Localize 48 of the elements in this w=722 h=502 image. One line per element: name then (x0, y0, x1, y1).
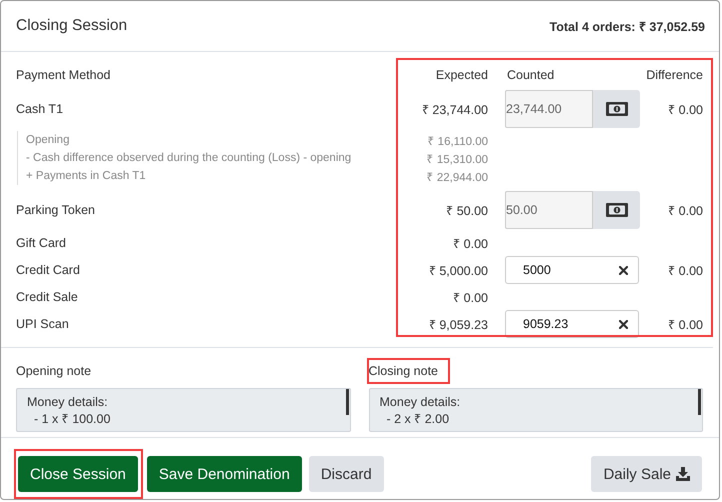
expected-amount: ₹ 23,744.00 (420, 102, 488, 118)
expected-amount: ₹ 0.00 (452, 290, 488, 306)
clear-icon[interactable] (619, 320, 628, 328)
detail-label: Opening (25, 134, 70, 146)
scrollbar-thumb[interactable] (698, 389, 701, 415)
clear-icon[interactable] (619, 266, 628, 274)
detail-amount: ₹ 16,110.00 (426, 134, 488, 148)
difference-amount: ₹ 0.00 (667, 102, 703, 118)
payment-method: Cash T1 (16, 102, 64, 116)
expected-amount: ₹ 5,000.00 (428, 262, 488, 278)
column-header: Difference (645, 68, 703, 82)
payment-method: Credit Card (16, 263, 81, 277)
payment-method: Credit Sale (16, 290, 79, 304)
banknote-icon (606, 102, 628, 116)
counted-field[interactable]: 5000 (505, 256, 639, 284)
orders-total: Total 4 orders: ₹ 37,052.59 (550, 18, 705, 34)
column-header: Payment Method (16, 68, 112, 82)
expected-amount: ₹ 50.00 (445, 202, 488, 218)
difference-amount: ₹ 0.00 (667, 202, 703, 218)
column-header: Expected (434, 68, 488, 82)
detail-amount: ₹ 22,944.00 (426, 170, 488, 184)
payment-method: UPI Scan (16, 317, 70, 331)
payment-method: Gift Card (16, 236, 68, 250)
dialog-title: Closing Session (16, 17, 128, 35)
expected-amount: ₹ 0.00 (452, 236, 488, 252)
note-label: Closing note (368, 360, 448, 382)
denomination-button[interactable] (593, 90, 640, 128)
counted-field[interactable]: 50.00 (505, 191, 593, 229)
banknote-icon (606, 203, 628, 217)
detail-amount: ₹ 15,310.00 (426, 152, 488, 166)
action-button[interactable]: Discard (308, 456, 384, 492)
payment-method: Parking Token (16, 203, 96, 217)
counted-field[interactable]: 9059.23 (505, 310, 639, 338)
note-textarea[interactable]: Money details: - 1 x ₹ 100.00 (16, 388, 350, 432)
download-button[interactable]: Daily Sale (591, 456, 702, 492)
action-button[interactable]: Save Denomination (146, 456, 302, 492)
denomination-button[interactable] (593, 191, 640, 229)
scrollbar-thumb[interactable] (346, 389, 348, 415)
counted-field[interactable]: 23,744.00 (505, 90, 593, 128)
detail-label: + Payments in Cash T1 (25, 170, 147, 182)
expected-amount: ₹ 9,059.23 (428, 316, 488, 332)
detail-label: - Cash difference observed during the counting (Loss) - opening (25, 152, 352, 164)
action-button[interactable]: Close Session (18, 456, 138, 492)
note-textarea[interactable]: Money details: - 2 x ₹ 2.00 (368, 388, 703, 432)
difference-amount: ₹ 0.00 (667, 316, 703, 332)
difference-amount: ₹ 0.00 (667, 262, 703, 278)
note-label: Opening note (16, 363, 92, 380)
column-header: Counted (507, 68, 556, 82)
